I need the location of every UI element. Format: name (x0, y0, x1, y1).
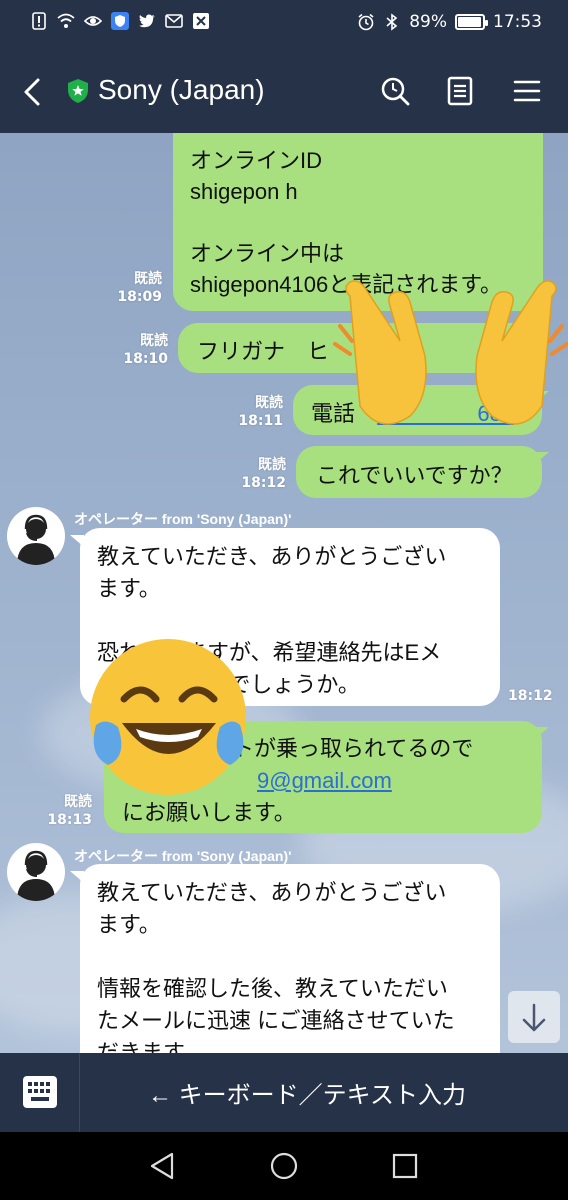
message-line: shigepon h (190, 179, 298, 204)
vpn-shield-icon (111, 12, 129, 30)
message-meta: 既読 18:12 (234, 456, 286, 492)
message-time: 18:11 (238, 413, 283, 429)
read-receipt: 既読 (255, 395, 283, 411)
bluetooth-icon (386, 13, 398, 31)
message-line (97, 605, 500, 637)
wifi-icon (57, 13, 75, 28)
raised-hands-emoji-icon (333, 280, 568, 425)
message-meta: 既読 18:13 (40, 793, 92, 829)
status-icons-left (30, 12, 210, 30)
eye-icon (84, 16, 102, 26)
system-nav-bar (0, 1132, 568, 1200)
alarm-icon (358, 13, 374, 31)
message-line (97, 941, 500, 973)
input-bar[interactable]: ← キーボード／テキスト入力 (0, 1053, 568, 1132)
incoming-message[interactable]: 教えていただき、ありがとうござい ます。 情報を確認した後、教えていただい たメ… (80, 864, 500, 1053)
read-receipt: 既読 (64, 794, 92, 810)
read-receipt: 既読 (134, 271, 162, 287)
notes-icon[interactable] (443, 74, 477, 108)
battery-fill (458, 17, 482, 27)
message-line: ます。 (97, 576, 161, 601)
outgoing-message[interactable]: これでいいですか？ (296, 446, 542, 498)
battery-icon (455, 14, 488, 30)
menu-icon[interactable] (510, 74, 544, 108)
close-box-icon (193, 13, 209, 29)
message-line: 情報を確認した後、教えていただい (97, 976, 448, 1001)
operator-headset-icon (17, 850, 55, 901)
chat-title: Sony (Japan) (98, 74, 265, 105)
sender-name: オペレーター from 'Sony (Japan)' (74, 511, 292, 527)
email-link-text[interactable]: 9@gmail.com (257, 768, 392, 793)
scroll-to-bottom-button[interactable] (508, 991, 560, 1043)
arrow-down-icon (522, 1003, 546, 1032)
sim-alert-icon (32, 12, 46, 30)
operator-headset-icon (17, 514, 55, 565)
chat-header: Sony (Japan) (0, 50, 568, 133)
message-time: 18:10 (123, 351, 168, 367)
status-icons-right: 89% 17:53 (357, 12, 542, 32)
gmail-icon (165, 14, 183, 28)
message-time: 18:12 (241, 475, 286, 491)
message-line (190, 207, 543, 238)
message-line: これでいいですか？ (316, 463, 513, 488)
read-receipt: 既読 (140, 333, 168, 349)
message-meta: 既読 18:09 (110, 270, 162, 306)
keyboard-text-input-hint[interactable]: ← キーボード／テキスト入力 (148, 1075, 466, 1110)
nav-home-icon[interactable] (269, 1151, 299, 1181)
back-arrow-icon[interactable] (18, 72, 48, 112)
twitter-icon (139, 14, 155, 28)
message-time: 18:09 (117, 289, 162, 305)
message-meta: 既読 18:11 (231, 394, 283, 430)
operator-avatar[interactable] (7, 507, 65, 565)
chat-area[interactable]: オンラインID shigepon h オンライン中は shigepon4106と… (0, 133, 568, 1053)
clock: 17:53 (493, 12, 542, 32)
bubble-tail (535, 452, 549, 464)
status-bar: 89% 17:53 (0, 0, 568, 50)
message-line: たメールに迅速 にご連絡させていた (97, 1008, 455, 1033)
message-line: だきます。 (97, 1040, 205, 1053)
message-time: 18:12 (508, 688, 553, 704)
read-receipt: 既読 (258, 457, 286, 473)
nav-recents-icon[interactable] (390, 1151, 420, 1181)
keyboard-toggle-button[interactable] (0, 1053, 80, 1132)
message-line: 教えていただき、ありがとうござい (97, 544, 447, 569)
nav-back-icon[interactable] (148, 1151, 178, 1181)
message-meta: 既読 18:10 (116, 332, 168, 368)
operator-avatar[interactable] (7, 843, 65, 901)
official-account-badge-icon (68, 79, 88, 103)
tears-of-joy-emoji-icon (90, 639, 246, 795)
message-line: ます。 (97, 912, 161, 937)
message-line: 教えていただき、ありがとうござい (97, 880, 447, 905)
sender-name: オペレーター from 'Sony (Japan)' (74, 848, 292, 864)
keyboard-icon (23, 1076, 57, 1108)
message-time: 18:13 (47, 812, 92, 828)
message-line: オンライン中は (190, 241, 345, 266)
bubble-tail (535, 727, 549, 739)
battery-percent: 89% (409, 12, 447, 32)
message-line: オンラインID (190, 148, 323, 173)
search-icon[interactable] (378, 74, 412, 108)
